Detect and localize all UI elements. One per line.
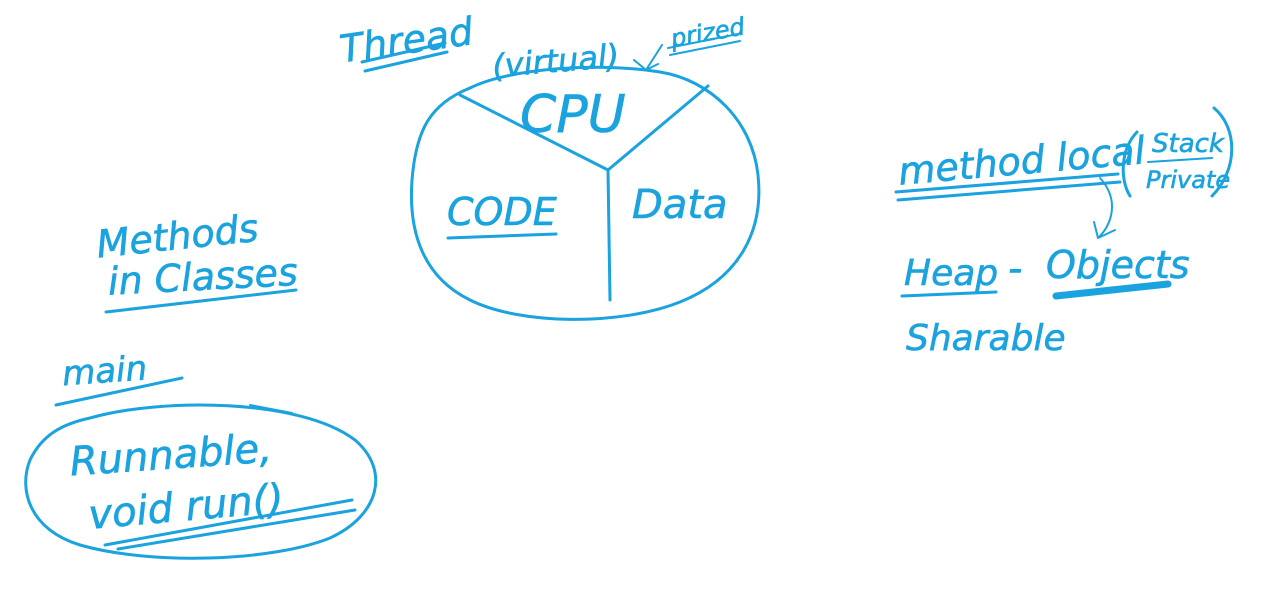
whiteboard-canvas: Thread (virtual) prized CPU CODE Data Me… bbox=[24, 9, 1234, 560]
sharable-label: Sharable bbox=[906, 318, 1066, 359]
cpu-label: CPU bbox=[520, 85, 626, 145]
stack-label: Stack bbox=[1152, 129, 1225, 159]
cpu-divider-bottom bbox=[606, 168, 612, 302]
runnable-line1: Runnable, bbox=[68, 426, 273, 486]
heap-dash: - bbox=[1008, 246, 1022, 292]
methods-line2: in Classes bbox=[107, 250, 299, 304]
code-underline bbox=[446, 232, 558, 240]
virtual-note: (virtual) bbox=[491, 36, 621, 85]
data-label: Data bbox=[632, 182, 728, 228]
main-runnable-note: main Runnable, void run() bbox=[24, 348, 378, 560]
code-label: CODE bbox=[447, 190, 557, 234]
method-local-arrow bbox=[1093, 177, 1116, 239]
methods-in-classes-note: Methods in Classes bbox=[94, 206, 299, 314]
thread-cpu-diagram: Thread (virtual) prized CPU CODE Data bbox=[337, 9, 761, 321]
pointer-arrow bbox=[633, 44, 663, 71]
objects-label: Objects bbox=[1046, 243, 1190, 287]
memory-note: method local Stack Private Heap - Object… bbox=[894, 106, 1234, 359]
heap-label: Heap bbox=[904, 253, 998, 294]
